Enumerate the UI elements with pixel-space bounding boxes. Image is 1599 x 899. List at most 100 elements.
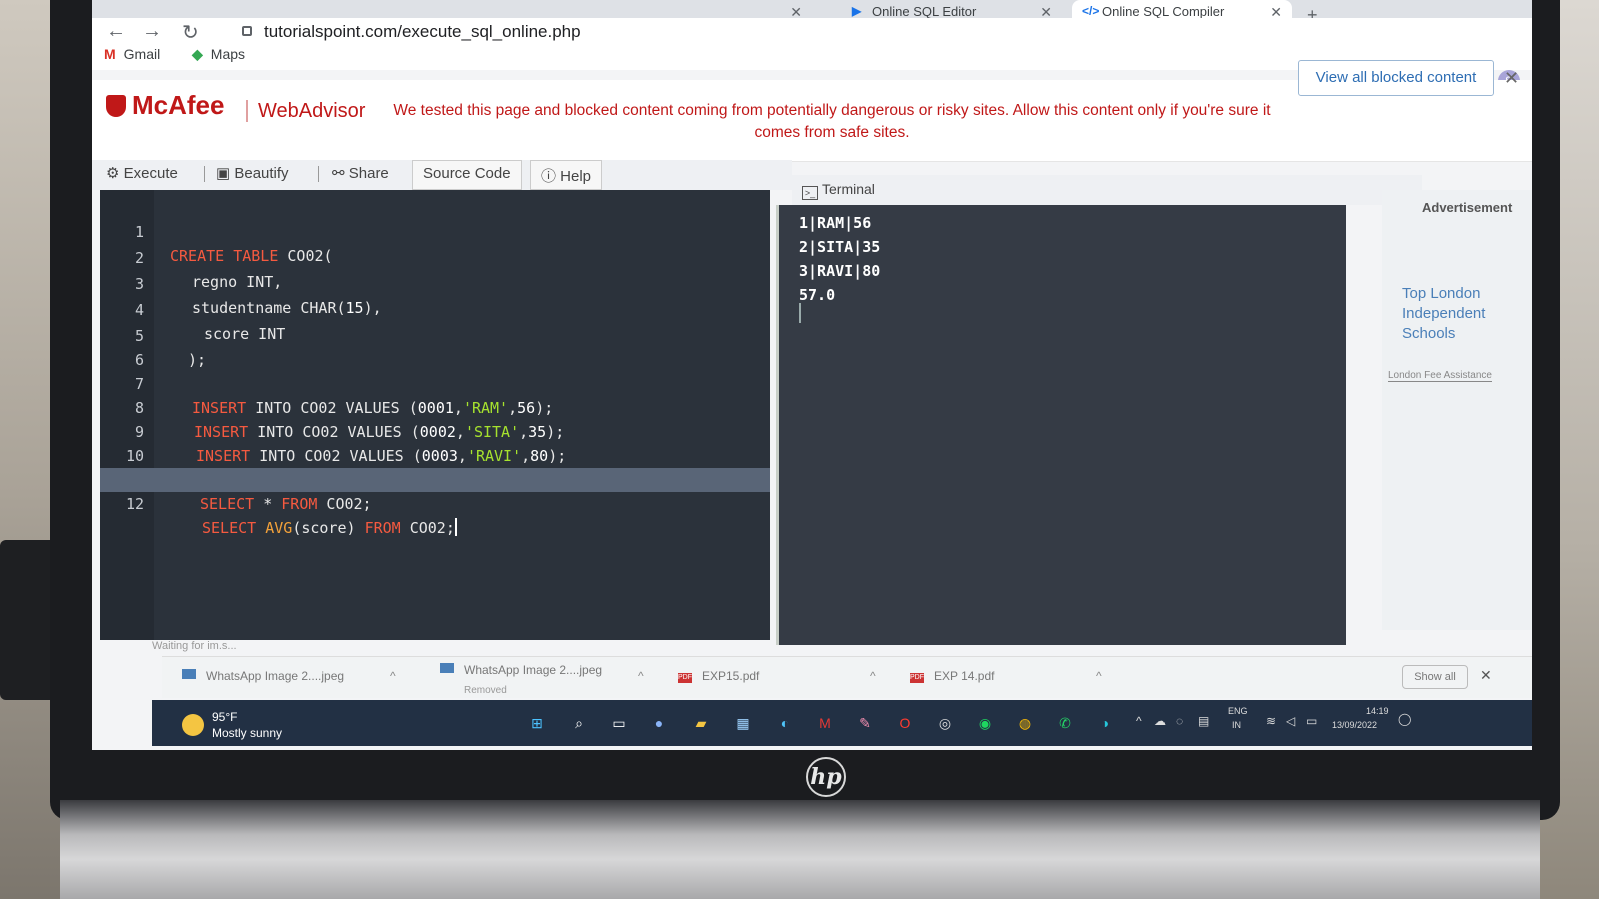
code-line: 2 regno INT, bbox=[100, 222, 770, 291]
download-item[interactable]: PDF EXP 14.pdf bbox=[910, 669, 995, 683]
advertisement-panel: Advertisement Top London Independent Sch… bbox=[1382, 190, 1532, 630]
ide-toolbar: ⚙ Execute ▣ Beautify ⚯ Share Source Code… bbox=[92, 160, 792, 190]
windows-start-icon[interactable]: ⊞ bbox=[524, 710, 550, 736]
close-icon[interactable]: ✕ bbox=[1504, 68, 1519, 89]
volume-icon[interactable]: ◁ bbox=[1286, 714, 1295, 728]
terminal-title-label: Terminal bbox=[822, 181, 875, 197]
code-line: 9 INSERT INTO CO02 VALUES (0003,'RAVI',8… bbox=[100, 396, 770, 465]
execute-button[interactable]: ⚙ Execute bbox=[106, 164, 178, 182]
chevron-up-icon[interactable]: ^ bbox=[870, 669, 876, 683]
tray-icon[interactable]: ☁ bbox=[1154, 714, 1166, 728]
mcafee-brand: McAfee bbox=[132, 90, 225, 120]
terminal-cursor bbox=[799, 303, 801, 323]
download-item[interactable]: PDF EXP15.pdf bbox=[678, 669, 759, 683]
spotify-icon[interactable]: ◉ bbox=[972, 710, 998, 736]
downloads-bar: WhatsApp Image 2....jpeg ^ WhatsApp Imag… bbox=[162, 656, 1532, 698]
line-number: 12 bbox=[125, 495, 144, 513]
code-line-active: 12 SELECT AVG(score) FROM CO02; bbox=[100, 468, 770, 537]
beautify-label: Beautify bbox=[234, 165, 289, 182]
edge-icon[interactable]: ◐ bbox=[772, 710, 798, 736]
download-item[interactable]: WhatsApp Image 2....jpeg bbox=[182, 669, 344, 683]
notification-icon[interactable]: ◯ bbox=[1398, 712, 1411, 726]
ad-link[interactable]: Top London Independent Schools bbox=[1402, 284, 1512, 344]
image-file-icon bbox=[440, 663, 454, 673]
status-text: Waiting for im.s... bbox=[152, 640, 237, 652]
wifi-icon[interactable]: ≋ bbox=[1266, 714, 1276, 728]
chevron-up-icon[interactable]: ^ bbox=[1136, 714, 1142, 728]
edge-dev-icon[interactable]: ◑ bbox=[1092, 710, 1118, 736]
forward-arrow-icon[interactable]: → bbox=[142, 20, 162, 43]
image-file-icon bbox=[182, 669, 196, 679]
download-status: Removed bbox=[464, 685, 507, 696]
text-cursor bbox=[454, 518, 457, 536]
code-icon: </> bbox=[1082, 4, 1100, 18]
chevron-up-icon[interactable]: ^ bbox=[638, 669, 644, 683]
download-name: WhatsApp Image 2....jpeg bbox=[464, 663, 603, 677]
help-button[interactable]: ⓘ Help bbox=[530, 160, 603, 190]
language-indicator[interactable]: ENG bbox=[1228, 706, 1248, 716]
download-item[interactable]: WhatsApp Image 2....jpeg bbox=[440, 663, 602, 677]
view-blocked-content-button[interactable]: View all blocked content bbox=[1298, 60, 1494, 96]
task-view-icon[interactable]: ▭ bbox=[606, 710, 632, 736]
terminal-title: >_ Terminal bbox=[802, 181, 875, 200]
weather-sun-icon[interactable] bbox=[182, 714, 204, 736]
gear-icon: ⚙ bbox=[106, 165, 124, 182]
code-editor[interactable]: 1 CREATE TABLE CO02( 2 regno INT, 3 stud… bbox=[100, 190, 770, 640]
chat-icon[interactable]: ● bbox=[646, 710, 672, 736]
execute-label: Execute bbox=[123, 165, 178, 182]
mcafee-message: We tested this page and blocked content … bbox=[393, 102, 1271, 141]
windows-taskbar: 95°F Mostly sunny ⊞ ⌕ ▭ ● ▰ ▦ ◐ M ✎ O ◎ … bbox=[152, 700, 1532, 746]
code-line: 6 bbox=[100, 324, 770, 369]
share-label: Share bbox=[348, 165, 389, 182]
show-all-button[interactable]: Show all bbox=[1402, 665, 1468, 689]
region-indicator: IN bbox=[1232, 720, 1241, 730]
weather-temperature: 95°F bbox=[212, 710, 238, 724]
bookmark-label: Maps bbox=[210, 46, 246, 62]
beautify-button[interactable]: ▣ Beautify bbox=[216, 164, 289, 182]
screen: ✕ ▶ Online SQL Editor ✕ </> Online SQL C… bbox=[92, 0, 1532, 750]
pdf-icon: PDF bbox=[910, 673, 924, 683]
download-name: WhatsApp Image 2....jpeg bbox=[206, 669, 345, 683]
battery-icon[interactable]: ▭ bbox=[1306, 714, 1317, 728]
terminal-icon: >_ bbox=[802, 186, 818, 200]
address-bar[interactable]: tutorialspoint.com/execute_sql_online.ph… bbox=[264, 22, 581, 42]
bookmark-maps[interactable]: ◆ Maps bbox=[192, 46, 245, 63]
clock-date: 13/09/2022 bbox=[1332, 720, 1378, 730]
clock-time[interactable]: 14:19 bbox=[1366, 706, 1389, 716]
bookmark-gmail[interactable]: M Gmail bbox=[104, 46, 160, 62]
tray-icon[interactable]: ◌ bbox=[1176, 714, 1183, 728]
code-text: SELECT AVG(score) FROM CO02; bbox=[202, 518, 457, 537]
code-text: SELECT * FROM CO02; bbox=[200, 495, 372, 513]
terminal-output[interactable]: 1|RAM|56 2|SITA|35 3|RAVI|80 57.0 bbox=[776, 205, 1346, 645]
ad-small-link[interactable]: London Fee Assistance bbox=[1388, 370, 1492, 382]
file-explorer-icon[interactable]: ▰ bbox=[688, 710, 714, 736]
search-icon[interactable]: ⌕ bbox=[566, 710, 592, 736]
chevron-up-icon[interactable]: ^ bbox=[1096, 669, 1102, 683]
lock-icon[interactable] bbox=[242, 26, 252, 36]
code-line: 11 SELECT * FROM CO02; bbox=[100, 444, 770, 513]
share-icon: ⚯ bbox=[332, 165, 349, 182]
ad-label: Advertisement bbox=[1422, 200, 1513, 215]
store-icon[interactable]: ▦ bbox=[730, 710, 756, 736]
paint-icon[interactable]: ✎ bbox=[852, 710, 878, 736]
close-icon[interactable]: ✕ bbox=[1480, 667, 1492, 684]
terminal-line: 57.0 bbox=[799, 286, 836, 304]
mcafee-icon[interactable]: M bbox=[812, 710, 838, 736]
code-line: 8 INSERT INTO CO02 VALUES (0002,'SITA',3… bbox=[100, 372, 770, 441]
share-button[interactable]: ⚯ Share bbox=[332, 164, 389, 182]
whatsapp-icon[interactable]: ✆ bbox=[1052, 710, 1078, 736]
code-line: 4 score INT bbox=[100, 274, 770, 343]
app-icon[interactable]: ◎ bbox=[932, 710, 958, 736]
source-code-button[interactable]: Source Code bbox=[412, 160, 522, 190]
chevron-up-icon[interactable]: ^ bbox=[390, 669, 396, 683]
help-icon: ⓘ bbox=[541, 168, 561, 185]
back-arrow-icon[interactable]: ← bbox=[106, 20, 126, 43]
chrome-icon[interactable]: ◍ bbox=[1012, 710, 1038, 736]
code-line: 7 INSERT INTO CO02 VALUES (0001,'RAM',56… bbox=[100, 348, 770, 417]
mcafee-logo: McAfee bbox=[106, 90, 224, 121]
opera-icon[interactable]: O bbox=[892, 710, 918, 736]
keyboard-icon[interactable]: ▤ bbox=[1198, 714, 1209, 728]
divider bbox=[204, 166, 205, 182]
beautify-icon: ▣ bbox=[216, 165, 235, 182]
bookmark-label: Gmail bbox=[123, 46, 161, 62]
